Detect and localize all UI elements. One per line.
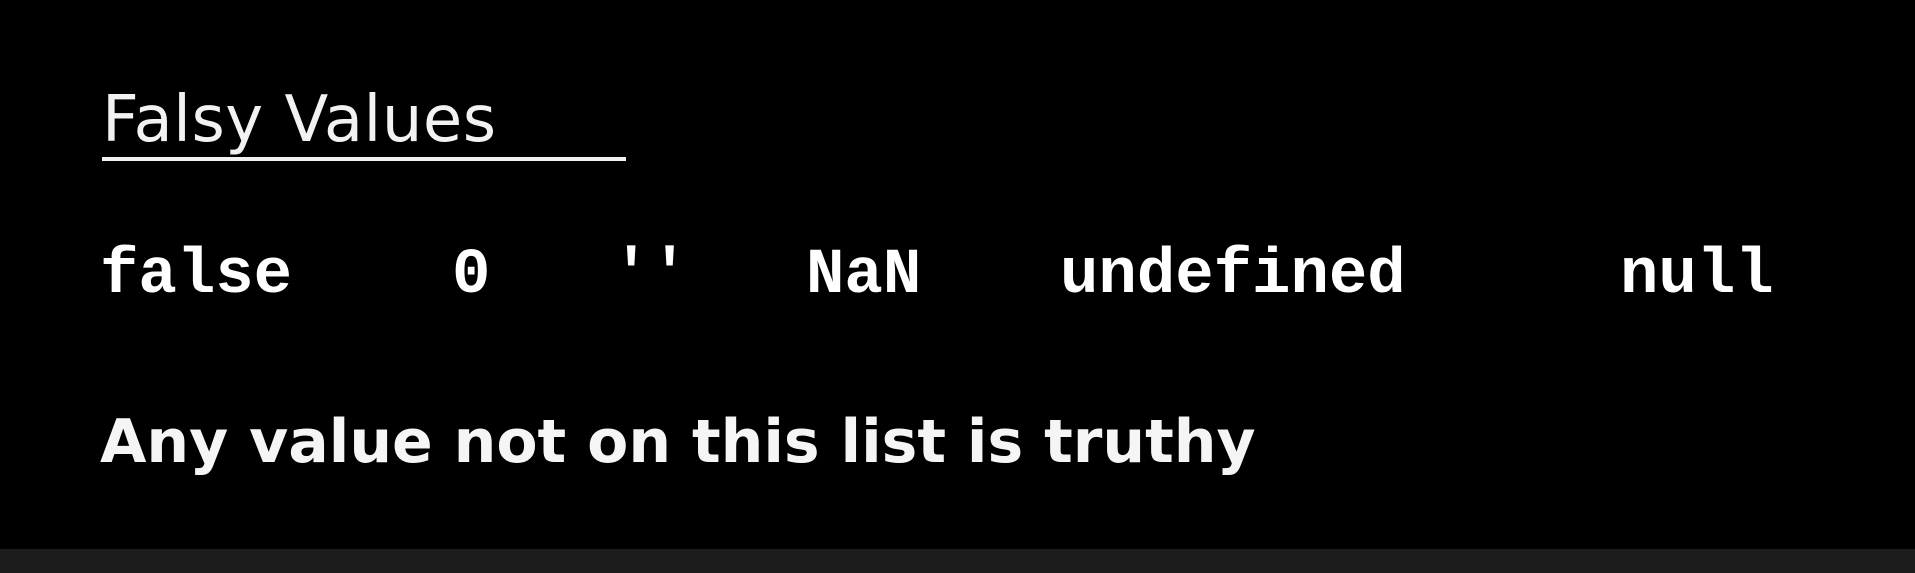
falsy-value-false: false (100, 240, 293, 312)
falsy-value-nan: NaN (806, 240, 922, 312)
falsy-value-undefined: undefined (1060, 240, 1406, 312)
bottom-bar (0, 549, 1915, 573)
falsy-values-list: false 0 '' NaN undefined null (100, 236, 1860, 316)
slide-title: Falsy Values (102, 83, 497, 157)
falsy-value-empty-string: '' (612, 240, 689, 312)
title-underline (102, 157, 626, 161)
truthy-note: Any value not on this list is truthy (100, 407, 1256, 477)
falsy-value-null: null (1620, 240, 1774, 312)
slide: Falsy Values false 0 '' NaN undefined nu… (0, 0, 1915, 549)
falsy-value-zero: 0 (452, 240, 491, 312)
